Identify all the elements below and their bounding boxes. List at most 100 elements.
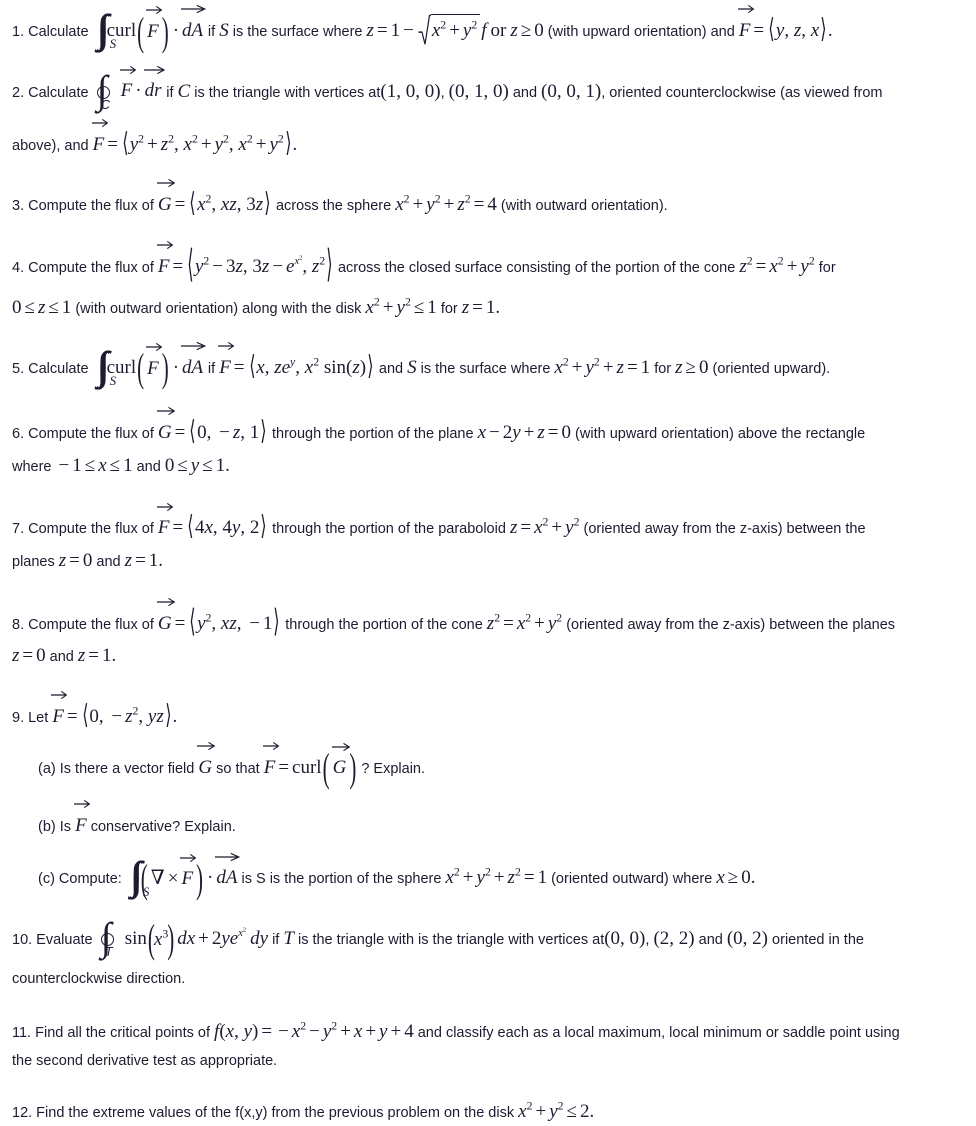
vector-dA: dA <box>215 852 241 892</box>
if-text: if <box>207 360 216 377</box>
problem-1: 1. Calculate ∫∫S curlF·dA if S is the su… <box>0 0 976 51</box>
orientation-note: (with upward orientation) above the rect… <box>575 426 866 443</box>
problem-9-lead: 9. Let <box>12 709 49 726</box>
disk-equation: x2 + y2 ≤2. <box>518 1099 595 1122</box>
vector-F: F <box>74 800 91 840</box>
problem-2-line2: above), and F = ⟨y2 + z2, x2 + y2, x2 + y2⟩. <box>0 119 976 161</box>
problem-9c-math: ∇×F·dA <box>140 852 241 889</box>
across-text: across the closed surface consisting of … <box>337 259 736 276</box>
problem-4-lead: 4. Compute the flux of <box>12 259 154 276</box>
surface-letter-S: S <box>219 20 229 41</box>
vector-G: G <box>156 407 176 447</box>
problem-3-lead: 3. Compute the flux of <box>12 197 154 214</box>
vector-G-wrapper: G <box>197 741 216 778</box>
for-text: for <box>654 360 672 377</box>
curl-parens: ∇×F <box>140 853 204 894</box>
across-text: across the sphere <box>275 197 392 214</box>
cone-equation: z2 = x2 + y2 <box>739 254 815 277</box>
vertex-2: (0, 1, 0) <box>448 80 509 102</box>
problem-7-field: F = ⟨4x, 4y, 2⟩ <box>156 502 268 542</box>
problem-2-line2-lead: above), and <box>12 138 89 155</box>
double-integral-icon: ∫∫ S <box>97 345 117 388</box>
where-text: where <box>12 459 52 475</box>
x-condition: x ≥0. <box>716 867 756 889</box>
problem-11-lead: 11. Find all the critical points of <box>12 1024 210 1041</box>
problem-7-line2: planes z = 0 and z = 1. <box>0 546 976 575</box>
curl-parens: F <box>136 6 170 46</box>
problem-2-math: F · dr <box>119 65 167 101</box>
z-value: z = 1. <box>461 297 501 319</box>
vector-F: F <box>156 240 174 281</box>
problem-8-lead: 8. Compute the flux of <box>12 616 154 633</box>
problem-9: 9. Let F = ⟨0, − z2, yz⟩. <box>0 690 976 733</box>
problem-2-field: F = ⟨y2 + z2, x2 + y2, x2 + y2⟩. <box>91 119 297 159</box>
vector-dr: dr <box>143 65 165 105</box>
vector-F: F <box>146 342 163 383</box>
curl-label: curl <box>292 756 322 778</box>
vector-G2: G <box>331 742 350 782</box>
orientation-note: (with upward orientation) and <box>547 24 735 40</box>
vector-F: F <box>119 65 137 105</box>
orientation-note: (oriented upward). <box>712 360 831 377</box>
problem-12: 12. Find the extreme values of the f(x,y… <box>0 1097 976 1126</box>
through-text: through the portion of the plane <box>272 426 474 443</box>
problem-9b-lead: (b) Is <box>38 818 72 835</box>
problem-10-lead: 10. Evaluate <box>12 931 93 948</box>
and-text: and <box>136 459 161 475</box>
double-integral-icon: ∫∫ S <box>130 856 150 899</box>
problem-11-tail: and classify each as a local maximum, lo… <box>417 1024 900 1041</box>
z-upper: z = 1. <box>124 550 164 572</box>
problem-4-line2: 0 ≤ z ≤1 (with outward orientation) along w… <box>0 293 976 322</box>
problem-5-curl: curlF·dA <box>107 341 208 379</box>
planes-text: planes <box>12 554 55 571</box>
orientation-note: (oriented outward) where <box>551 871 713 888</box>
problem-5-field: F = ⟨x, zey, x2 sin(z)⟩ <box>218 341 375 381</box>
vector-G: G <box>197 741 216 782</box>
if-text: if <box>207 24 216 40</box>
problem-9a: (a) Is there a vector field G so that F =… <box>0 741 976 783</box>
problem-10-integrand: sinx3dx+2yex2dy <box>125 927 268 949</box>
and-text: and <box>49 649 74 666</box>
x-range: −1 ≤ x ≤1 <box>58 455 133 476</box>
problem-3-field: G = ⟨x2, xz, 3z⟩ <box>156 178 272 218</box>
paraboloid-equation: z = x2 + y2 <box>509 516 580 539</box>
times-icon: × <box>167 868 179 890</box>
problem-11-line2: the second derivative test as appropriat… <box>0 1050 976 1072</box>
problem-9a-equation: F=curlG <box>262 741 358 778</box>
vector-G: G <box>156 178 176 219</box>
for-z-text: for <box>440 301 458 318</box>
for-text: for <box>818 259 836 276</box>
contour-limit: C <box>100 96 110 112</box>
problem-10: 10. Evaluate ∫T sinx3dx+2yex2dy if T is … <box>0 916 976 959</box>
surface-letter-S: S <box>407 356 417 378</box>
cone-equation: z2 = x2 + y2 <box>486 611 563 634</box>
z-range: 0 ≤ z ≤1 <box>12 297 72 319</box>
vertex-1: (0, 0) <box>604 927 646 949</box>
contour-limit: T <box>104 944 113 960</box>
if-text: if <box>166 84 174 101</box>
surface-equation: x2 + y2 + z = 1 <box>554 355 651 378</box>
problem-10-line2-text: counterclockwise direction. <box>12 971 186 988</box>
is-surface-where: is the surface where <box>232 24 363 40</box>
disk-equation: x2 + y2 ≤1 <box>365 295 437 319</box>
problem-1-math: curlF·dA <box>107 5 208 42</box>
surface-equation: z = 1− x2 + y2 f <box>367 14 487 45</box>
problem-4-field: F = ⟨y2−3z, 3z − ex2, z2⟩ <box>156 240 333 287</box>
vector-F2: F <box>737 5 755 45</box>
problem-6: 6. Compute the flux of G = ⟨0, − z, 1⟩ thro… <box>0 407 976 449</box>
curve-letter-C: C <box>177 80 191 102</box>
and-text: and <box>96 554 121 571</box>
field-definition: F = ⟨y, z, x⟩. <box>737 5 833 45</box>
problem-9a-tail: ? Explain. <box>361 760 426 777</box>
problem-8-field: G = ⟨y2, xz, −1⟩ <box>156 597 281 640</box>
vertex-3: (0, 0, 1) <box>541 80 602 102</box>
vector-F2: F <box>218 341 235 382</box>
problem-9c-lead: (c) Compute: <box>38 871 122 888</box>
is-triangle-text: is the triangle with vertices at <box>194 84 381 101</box>
vector-G: G <box>156 597 176 638</box>
so-that-text: so that <box>216 760 260 777</box>
vector-dA: dA <box>181 341 207 382</box>
problem-2: 2. Calculate ∫ C F · dr if C is the triangl… <box>0 65 976 112</box>
problem-7: 7. Compute the flux of F = ⟨4x, 4y, 2⟩ thr… <box>0 502 976 544</box>
problem-9b: (b) Is F conservative? Explain. <box>0 800 976 840</box>
